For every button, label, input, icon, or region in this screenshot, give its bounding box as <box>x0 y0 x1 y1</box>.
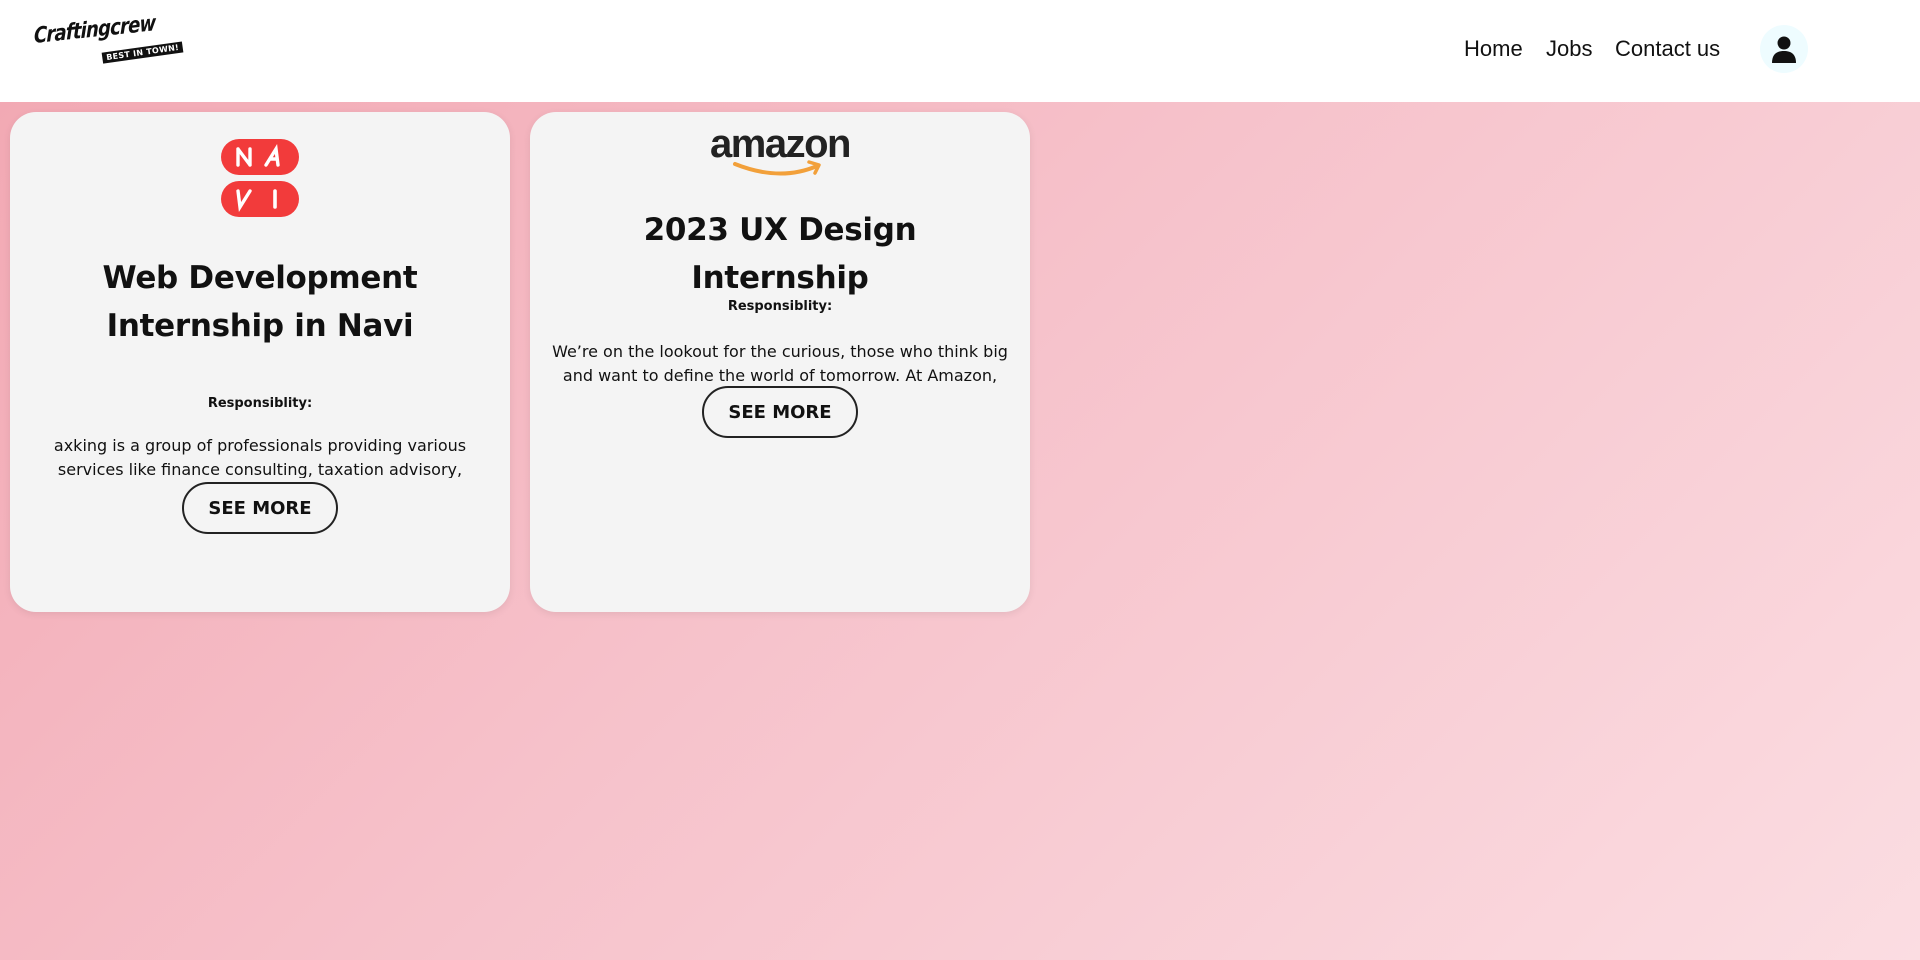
navi-logo <box>221 139 299 217</box>
brand-logo[interactable]: Craftingcrew BEST IN TOWN! <box>34 11 184 66</box>
responsibility-label: Responsiblity: <box>727 299 833 314</box>
brand-tagline: BEST IN TOWN! <box>101 41 184 64</box>
amazon-smile-icon <box>733 160 821 176</box>
job-title: 2023 UX Design Internship <box>643 212 917 296</box>
job-title: Web Development Internship in Navi <box>102 260 418 344</box>
nav-jobs-link[interactable]: Jobs <box>1546 36 1592 62</box>
job-card: amazon 2023 UX Design Internship Respons… <box>530 112 1030 612</box>
see-more-button[interactable]: SEE MORE <box>702 386 858 438</box>
brand-name: Craftingcrew <box>34 11 156 50</box>
user-icon <box>1772 36 1796 63</box>
amazon-logo: amazon <box>705 122 855 182</box>
see-more-button[interactable]: SEE MORE <box>182 482 338 534</box>
user-account-button[interactable] <box>1760 25 1808 73</box>
nav-home-link[interactable]: Home <box>1464 36 1523 62</box>
responsibility-label: Responsiblity: <box>207 396 313 411</box>
site-header: Craftingcrew BEST IN TOWN! Home Jobs Con… <box>0 0 1920 102</box>
job-description: axking is a group of professionals provi… <box>53 436 467 478</box>
job-card: Web Development Internship in Navi Respo… <box>10 112 510 612</box>
job-description: We’re on the lookout for the curious, th… <box>552 342 1008 384</box>
nav-contact-link[interactable]: Contact us <box>1615 36 1720 62</box>
